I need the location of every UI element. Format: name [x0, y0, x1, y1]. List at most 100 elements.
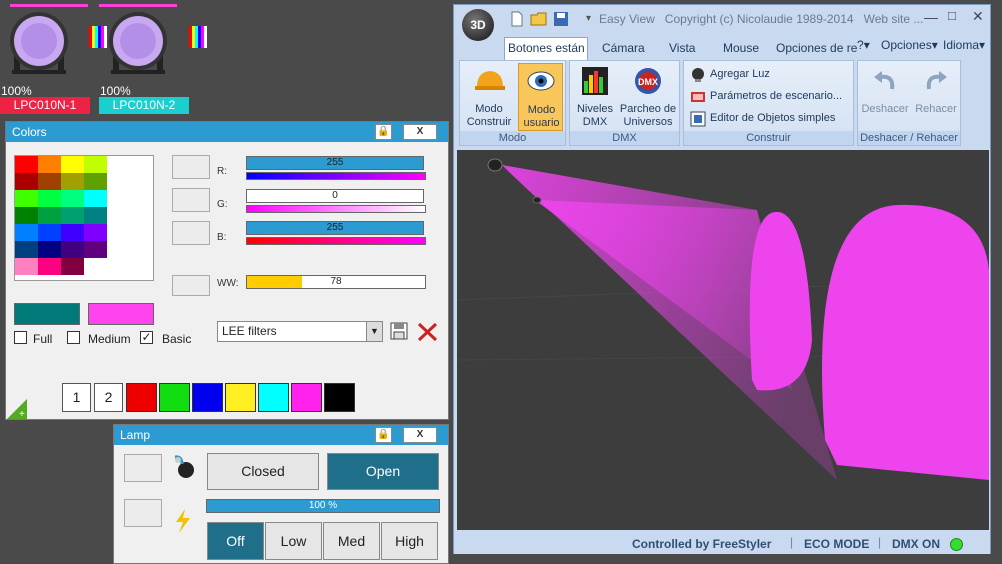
quick-color-swatch[interactable]: [258, 383, 289, 412]
open-folder-icon[interactable]: [530, 11, 548, 27]
color-grid-swatch[interactable]: [38, 173, 61, 190]
level-off-button[interactable]: Off: [207, 522, 264, 560]
color-grid-swatch[interactable]: [61, 173, 84, 190]
color-grid-swatch[interactable]: [84, 241, 107, 258]
tab-camara[interactable]: Cámara: [602, 41, 645, 55]
color-grid-swatch[interactable]: [38, 207, 61, 224]
close-icon[interactable]: X: [403, 427, 437, 443]
parametros-escenario-button[interactable]: Parámetros de escenario...: [688, 88, 852, 105]
blue-button[interactable]: [172, 221, 210, 245]
quick-access-dropdown-icon[interactable]: ▾: [586, 13, 591, 24]
color-grid-swatch[interactable]: [84, 190, 107, 207]
ww-slider[interactable]: 78: [246, 275, 426, 289]
color-grid-swatch[interactable]: [38, 156, 61, 173]
shutter-button[interactable]: [124, 454, 162, 482]
quick-color-swatch[interactable]: [291, 383, 322, 412]
add-corner-icon[interactable]: +: [7, 399, 27, 419]
app-logo-3d[interactable]: 3D: [462, 9, 494, 41]
lock-icon[interactable]: 🔒: [375, 124, 392, 140]
open-button[interactable]: Open: [327, 453, 439, 490]
fixture-lpc010n-1[interactable]: 100% LPC010N-1: [0, 0, 107, 115]
quick-color-swatch[interactable]: [225, 383, 256, 412]
color-grid-swatch[interactable]: [61, 241, 84, 258]
new-file-icon[interactable]: [509, 11, 525, 27]
color-grid-swatch[interactable]: [84, 173, 107, 190]
level-med-button[interactable]: Med: [323, 522, 380, 560]
fixture-lpc010n-2[interactable]: 100% LPC010N-2: [99, 0, 207, 115]
minimize-icon[interactable]: —: [924, 9, 938, 25]
save-icon[interactable]: [553, 11, 569, 27]
color-grid-swatch[interactable]: [15, 224, 38, 241]
color-grid-swatch[interactable]: [84, 224, 107, 241]
help-menu[interactable]: ?▾: [857, 38, 870, 52]
parcheo-universos-button[interactable]: DMX Parcheo de Universos: [618, 63, 678, 131]
fixture-model-1[interactable]: [487, 158, 503, 172]
g-slider[interactable]: 0: [246, 189, 424, 203]
modo-construir-button[interactable]: Modo Construir: [462, 63, 516, 131]
color-grid-swatch[interactable]: [15, 207, 38, 224]
filter-select[interactable]: LEE filters ▼: [217, 321, 383, 342]
agregar-luz-button[interactable]: Agregar Luz: [688, 66, 852, 83]
current-color-swatch[interactable]: [14, 303, 80, 325]
target-color-swatch[interactable]: [88, 303, 154, 325]
lamp-panel-title: Lamp: [114, 425, 448, 445]
tab-opciones-de-re[interactable]: Opciones de re: [776, 41, 857, 55]
color-grid-swatch[interactable]: [38, 190, 61, 207]
color-grid-swatch[interactable]: [15, 258, 38, 275]
color-grid-swatch[interactable]: [61, 224, 84, 241]
modo-group: Modo Construir Modo usuario Modo: [459, 60, 566, 146]
color-grid-swatch[interactable]: [61, 156, 84, 173]
color-grid-swatch[interactable]: [84, 156, 107, 173]
closed-button[interactable]: Closed: [207, 453, 319, 490]
color-grid-swatch[interactable]: [38, 258, 61, 275]
maximize-icon[interactable]: □: [948, 8, 956, 23]
close-window-icon[interactable]: ✕: [972, 8, 984, 25]
color-grid-swatch[interactable]: [15, 156, 38, 173]
lock-icon[interactable]: 🔒: [375, 427, 392, 443]
dimmer-slider[interactable]: 100 %: [206, 499, 440, 513]
delete-icon[interactable]: [416, 321, 439, 343]
tab-botones[interactable]: Botones están: [508, 41, 585, 55]
3d-viewport[interactable]: [457, 150, 989, 530]
color-grid-swatch[interactable]: [15, 241, 38, 258]
deshacer-button[interactable]: Deshacer: [858, 63, 912, 131]
quick-color-swatch[interactable]: [126, 383, 157, 412]
dimmer-button[interactable]: [124, 499, 162, 527]
color-grid-swatch[interactable]: [61, 258, 84, 275]
color-grid-swatch[interactable]: [61, 190, 84, 207]
b-slider[interactable]: 255: [246, 221, 424, 235]
quick-color-swatch[interactable]: [159, 383, 190, 412]
color-grid-swatch[interactable]: [38, 224, 61, 241]
close-icon[interactable]: X: [403, 124, 437, 140]
editor-objetos-button[interactable]: Editor de Objetos simples: [688, 110, 852, 127]
quick-color-swatch[interactable]: [324, 383, 355, 412]
color-grid-swatch[interactable]: [38, 241, 61, 258]
medium-checkbox[interactable]: [67, 331, 80, 344]
green-button[interactable]: [172, 188, 210, 212]
red-button[interactable]: [172, 155, 210, 179]
level-low-button[interactable]: Low: [265, 522, 322, 560]
fixture-model-2[interactable]: [532, 196, 542, 204]
tab-mouse[interactable]: Mouse: [723, 41, 759, 55]
color-grid-swatch[interactable]: [84, 207, 107, 224]
niveles-dmx-button[interactable]: Niveles DMX: [572, 63, 618, 131]
color-grid-swatch[interactable]: [61, 207, 84, 224]
idioma-menu[interactable]: Idioma▾: [943, 38, 985, 52]
color-grid-swatch[interactable]: [15, 190, 38, 207]
page-button-2[interactable]: 2: [94, 383, 123, 412]
level-high-button[interactable]: High: [381, 522, 438, 560]
color-grid-swatch[interactable]: [84, 258, 107, 275]
chevron-down-icon[interactable]: ▼: [366, 322, 382, 341]
color-grid-swatch[interactable]: [15, 173, 38, 190]
basic-checkbox[interactable]: ✓: [140, 331, 153, 344]
r-slider[interactable]: 255: [246, 156, 424, 170]
ww-button[interactable]: [172, 275, 210, 296]
quick-color-swatch[interactable]: [192, 383, 223, 412]
rehacer-button[interactable]: Rehacer: [912, 63, 960, 131]
tab-vista[interactable]: Vista: [669, 41, 695, 55]
modo-usuario-button[interactable]: Modo usuario: [518, 63, 563, 131]
full-checkbox[interactable]: [14, 331, 27, 344]
opciones-menu[interactable]: Opciones▾: [881, 38, 938, 52]
save-icon[interactable]: [390, 322, 408, 340]
page-button-1[interactable]: 1: [62, 383, 91, 412]
